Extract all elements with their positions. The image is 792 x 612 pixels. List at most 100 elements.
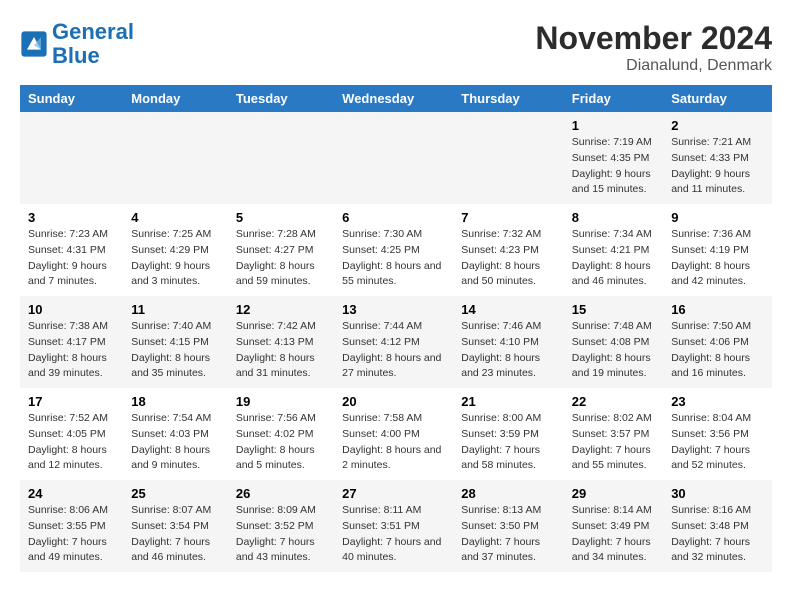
day-cell: 17 Sunrise: 7:52 AMSunset: 4:05 PMDaylig…: [20, 388, 123, 480]
day-cell: 26 Sunrise: 8:09 AMSunset: 3:52 PMDaylig…: [228, 480, 334, 572]
day-number: 2: [671, 118, 764, 133]
logo: General Blue: [20, 20, 134, 68]
day-detail: Sunrise: 8:02 AMSunset: 3:57 PMDaylight:…: [572, 412, 652, 471]
day-number: 5: [236, 210, 326, 225]
day-detail: Sunrise: 7:19 AMSunset: 4:35 PMDaylight:…: [572, 136, 652, 195]
day-number: 4: [131, 210, 220, 225]
day-cell: 24 Sunrise: 8:06 AMSunset: 3:55 PMDaylig…: [20, 480, 123, 572]
day-number: 30: [671, 486, 764, 501]
day-detail: Sunrise: 7:34 AMSunset: 4:21 PMDaylight:…: [572, 228, 652, 287]
day-detail: Sunrise: 7:44 AMSunset: 4:12 PMDaylight:…: [342, 320, 441, 379]
day-number: 19: [236, 394, 326, 409]
day-cell: 20 Sunrise: 7:58 AMSunset: 4:00 PMDaylig…: [334, 388, 453, 480]
day-detail: Sunrise: 8:14 AMSunset: 3:49 PMDaylight:…: [572, 504, 652, 563]
day-cell: 12 Sunrise: 7:42 AMSunset: 4:13 PMDaylig…: [228, 296, 334, 388]
day-number: 3: [28, 210, 115, 225]
day-cell: 8 Sunrise: 7:34 AMSunset: 4:21 PMDayligh…: [564, 204, 663, 296]
day-detail: Sunrise: 7:58 AMSunset: 4:00 PMDaylight:…: [342, 412, 441, 471]
day-number: 9: [671, 210, 764, 225]
weekday-header-sunday: Sunday: [20, 85, 123, 112]
weekday-header-row: SundayMondayTuesdayWednesdayThursdayFrid…: [20, 85, 772, 112]
calendar-table: SundayMondayTuesdayWednesdayThursdayFrid…: [20, 85, 772, 572]
weekday-header-friday: Friday: [564, 85, 663, 112]
day-cell: 11 Sunrise: 7:40 AMSunset: 4:15 PMDaylig…: [123, 296, 228, 388]
day-cell: 7 Sunrise: 7:32 AMSunset: 4:23 PMDayligh…: [453, 204, 564, 296]
day-detail: Sunrise: 7:28 AMSunset: 4:27 PMDaylight:…: [236, 228, 316, 287]
day-number: 6: [342, 210, 445, 225]
day-cell: 23 Sunrise: 8:04 AMSunset: 3:56 PMDaylig…: [663, 388, 772, 480]
day-detail: Sunrise: 7:32 AMSunset: 4:23 PMDaylight:…: [461, 228, 541, 287]
day-cell: 3 Sunrise: 7:23 AMSunset: 4:31 PMDayligh…: [20, 204, 123, 296]
day-cell: [453, 112, 564, 204]
logo-line2: Blue: [52, 43, 100, 68]
day-cell: 5 Sunrise: 7:28 AMSunset: 4:27 PMDayligh…: [228, 204, 334, 296]
day-cell: 30 Sunrise: 8:16 AMSunset: 3:48 PMDaylig…: [663, 480, 772, 572]
day-cell: [20, 112, 123, 204]
day-number: 22: [572, 394, 655, 409]
logo-line1: General: [52, 19, 134, 44]
day-number: 21: [461, 394, 556, 409]
day-cell: 15 Sunrise: 7:48 AMSunset: 4:08 PMDaylig…: [564, 296, 663, 388]
day-cell: 22 Sunrise: 8:02 AMSunset: 3:57 PMDaylig…: [564, 388, 663, 480]
day-number: 12: [236, 302, 326, 317]
logo-text: General Blue: [52, 20, 134, 68]
day-detail: Sunrise: 8:13 AMSunset: 3:50 PMDaylight:…: [461, 504, 541, 563]
day-cell: 2 Sunrise: 7:21 AMSunset: 4:33 PMDayligh…: [663, 112, 772, 204]
week-row-4: 17 Sunrise: 7:52 AMSunset: 4:05 PMDaylig…: [20, 388, 772, 480]
week-row-1: 1 Sunrise: 7:19 AMSunset: 4:35 PMDayligh…: [20, 112, 772, 204]
day-cell: 6 Sunrise: 7:30 AMSunset: 4:25 PMDayligh…: [334, 204, 453, 296]
day-cell: 1 Sunrise: 7:19 AMSunset: 4:35 PMDayligh…: [564, 112, 663, 204]
logo-icon: [20, 30, 48, 58]
day-detail: Sunrise: 7:56 AMSunset: 4:02 PMDaylight:…: [236, 412, 316, 471]
day-detail: Sunrise: 7:52 AMSunset: 4:05 PMDaylight:…: [28, 412, 108, 471]
weekday-header-saturday: Saturday: [663, 85, 772, 112]
day-number: 24: [28, 486, 115, 501]
day-cell: 10 Sunrise: 7:38 AMSunset: 4:17 PMDaylig…: [20, 296, 123, 388]
day-cell: 13 Sunrise: 7:44 AMSunset: 4:12 PMDaylig…: [334, 296, 453, 388]
day-cell: 9 Sunrise: 7:36 AMSunset: 4:19 PMDayligh…: [663, 204, 772, 296]
day-number: 1: [572, 118, 655, 133]
title-block: November 2024 Dianalund, Denmark: [535, 20, 772, 75]
day-number: 14: [461, 302, 556, 317]
day-number: 10: [28, 302, 115, 317]
day-number: 7: [461, 210, 556, 225]
page-header: General Blue November 2024 Dianalund, De…: [20, 20, 772, 75]
day-detail: Sunrise: 8:07 AMSunset: 3:54 PMDaylight:…: [131, 504, 211, 563]
day-detail: Sunrise: 7:42 AMSunset: 4:13 PMDaylight:…: [236, 320, 316, 379]
day-detail: Sunrise: 7:30 AMSunset: 4:25 PMDaylight:…: [342, 228, 441, 287]
day-detail: Sunrise: 7:50 AMSunset: 4:06 PMDaylight:…: [671, 320, 751, 379]
day-detail: Sunrise: 8:06 AMSunset: 3:55 PMDaylight:…: [28, 504, 108, 563]
day-cell: 4 Sunrise: 7:25 AMSunset: 4:29 PMDayligh…: [123, 204, 228, 296]
day-detail: Sunrise: 7:25 AMSunset: 4:29 PMDaylight:…: [131, 228, 211, 287]
week-row-5: 24 Sunrise: 8:06 AMSunset: 3:55 PMDaylig…: [20, 480, 772, 572]
day-detail: Sunrise: 7:23 AMSunset: 4:31 PMDaylight:…: [28, 228, 108, 287]
month-title: November 2024: [535, 20, 772, 57]
day-detail: Sunrise: 8:04 AMSunset: 3:56 PMDaylight:…: [671, 412, 751, 471]
day-cell: [123, 112, 228, 204]
day-number: 17: [28, 394, 115, 409]
day-number: 13: [342, 302, 445, 317]
weekday-header-thursday: Thursday: [453, 85, 564, 112]
day-cell: 28 Sunrise: 8:13 AMSunset: 3:50 PMDaylig…: [453, 480, 564, 572]
day-detail: Sunrise: 8:16 AMSunset: 3:48 PMDaylight:…: [671, 504, 751, 563]
day-cell: 16 Sunrise: 7:50 AMSunset: 4:06 PMDaylig…: [663, 296, 772, 388]
day-number: 25: [131, 486, 220, 501]
day-number: 26: [236, 486, 326, 501]
day-number: 27: [342, 486, 445, 501]
day-cell: 18 Sunrise: 7:54 AMSunset: 4:03 PMDaylig…: [123, 388, 228, 480]
day-cell: 25 Sunrise: 8:07 AMSunset: 3:54 PMDaylig…: [123, 480, 228, 572]
day-number: 20: [342, 394, 445, 409]
day-number: 8: [572, 210, 655, 225]
day-detail: Sunrise: 7:46 AMSunset: 4:10 PMDaylight:…: [461, 320, 541, 379]
weekday-header-monday: Monday: [123, 85, 228, 112]
day-cell: [334, 112, 453, 204]
day-number: 23: [671, 394, 764, 409]
day-number: 18: [131, 394, 220, 409]
day-detail: Sunrise: 7:48 AMSunset: 4:08 PMDaylight:…: [572, 320, 652, 379]
day-cell: [228, 112, 334, 204]
day-detail: Sunrise: 8:11 AMSunset: 3:51 PMDaylight:…: [342, 504, 441, 563]
week-row-2: 3 Sunrise: 7:23 AMSunset: 4:31 PMDayligh…: [20, 204, 772, 296]
day-detail: Sunrise: 8:00 AMSunset: 3:59 PMDaylight:…: [461, 412, 541, 471]
day-cell: 14 Sunrise: 7:46 AMSunset: 4:10 PMDaylig…: [453, 296, 564, 388]
day-number: 28: [461, 486, 556, 501]
